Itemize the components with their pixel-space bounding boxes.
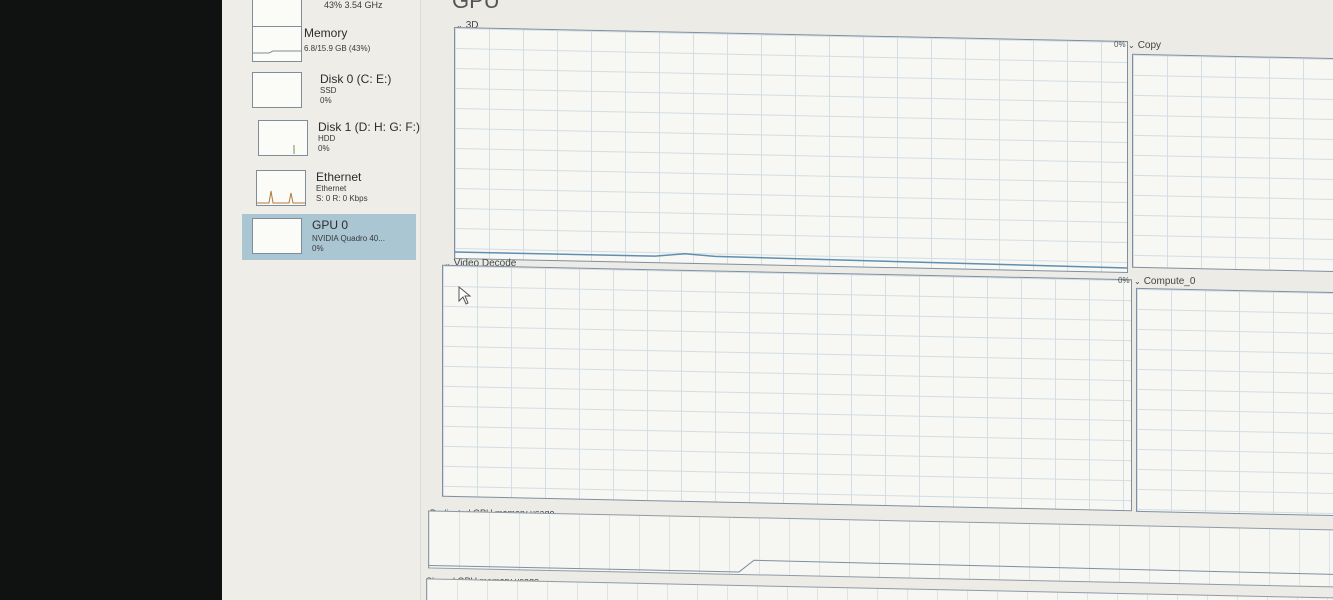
- gpu-0-thumbnail-graph: [252, 218, 302, 254]
- sidebar-item-disk-1[interactable]: Disk 1 (D: H: G: F:) HDD 0%: [240, 116, 420, 162]
- chevron-down-icon: ⌄: [1134, 277, 1141, 286]
- sidebar-item-disk-0[interactable]: Disk 0 (C: E:) SSD 0%: [240, 68, 416, 114]
- graph-copy-label[interactable]: ⌄ Copy: [1128, 40, 1161, 51]
- mouse-cursor-icon: [458, 286, 472, 305]
- compute-percent: 0%: [1118, 276, 1130, 285]
- graph-copy: [1132, 53, 1333, 273]
- task-manager-window: 43% 3.54 GHz Memory 6.8/15.9 GB (43%) Di…: [222, 0, 1333, 600]
- page-title: GPU: [452, 0, 500, 13]
- copy-percent: 0%: [1114, 40, 1126, 49]
- sidebar-item-label: Disk 0 (C: E:): [320, 72, 392, 86]
- gpu-detail-pane: GPU ⌄ 3D 0% ⌄ Copy ⌄ Video Decode 0% ⌄ Compu…: [420, 0, 1333, 600]
- sidebar-item-label: Ethernet: [316, 170, 362, 184]
- sidebar-item-sub1: 6.8/15.9 GB (43%): [304, 44, 371, 53]
- sidebar-item-label: GPU 0: [312, 218, 349, 232]
- sidebar-item-sub2: 0%: [312, 244, 324, 253]
- disk-0-thumbnail-graph: [252, 72, 302, 108]
- dedicated-memory-graph: [428, 510, 1333, 588]
- chevron-down-icon: ⌄: [1128, 41, 1135, 50]
- sidebar-item-sub1: HDD: [318, 134, 336, 143]
- sidebar-item-sub1: SSD: [320, 86, 337, 95]
- disk-1-thumbnail-graph: [258, 120, 308, 156]
- graph-video-decode: [442, 264, 1132, 512]
- sidebar-item-gpu-0[interactable]: GPU 0 NVIDIA Quadro 40... 0%: [242, 214, 416, 260]
- sidebar-item-sub1: NVIDIA Quadro 40...: [312, 234, 385, 243]
- performance-sidebar: 43% 3.54 GHz Memory 6.8/15.9 GB (43%) Di…: [222, 0, 421, 600]
- cpu-usage-text: 43% 3.54 GHz: [324, 0, 383, 10]
- sidebar-item-label: Memory: [304, 26, 348, 40]
- sidebar-item-sub2: S: 0 R: 0 Kbps: [316, 194, 368, 203]
- sidebar-item-sub1: Ethernet: [316, 184, 347, 193]
- sidebar-item-sub2: 0%: [318, 144, 330, 153]
- memory-thumbnail-graph: [252, 26, 302, 62]
- sidebar-item-sub2: 0%: [320, 96, 332, 105]
- sidebar-item-ethernet[interactable]: Ethernet Ethernet S: 0 R: 0 Kbps: [240, 166, 416, 212]
- graph-3d: [454, 26, 1128, 274]
- sidebar-item-memory[interactable]: Memory 6.8/15.9 GB (43%): [240, 22, 416, 68]
- graph-compute: [1136, 287, 1333, 517]
- sidebar-item-label: Disk 1 (D: H: G: F:): [318, 120, 420, 134]
- ethernet-thumbnail-graph: [256, 170, 306, 206]
- graph-compute-label[interactable]: ⌄ Compute_0: [1134, 276, 1195, 287]
